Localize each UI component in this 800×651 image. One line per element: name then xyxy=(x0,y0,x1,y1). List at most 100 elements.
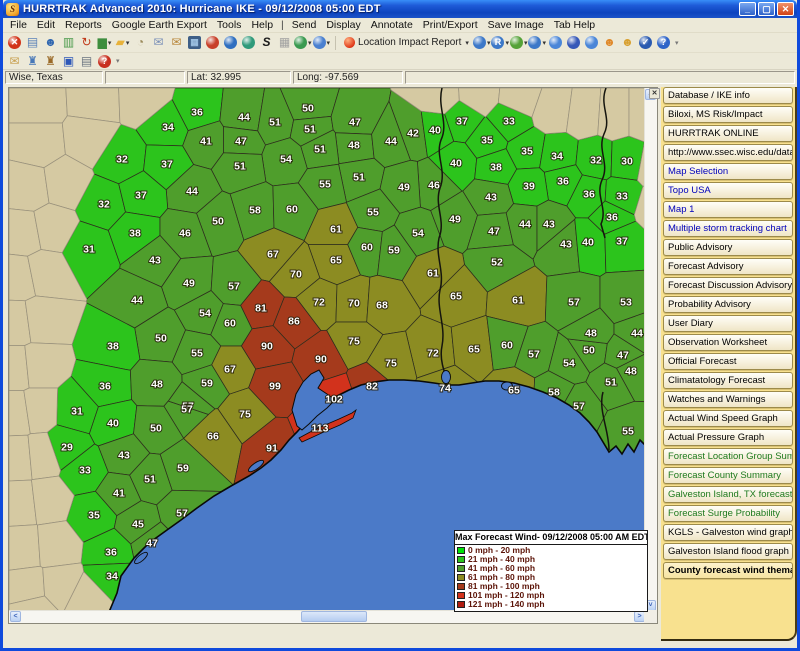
sidebar-item-user-diary[interactable]: User Diary xyxy=(663,315,793,332)
menu-tools[interactable]: Tools xyxy=(212,19,247,31)
globe-report1-icon[interactable]: ▾ xyxy=(473,34,491,51)
sidebar-item-watches-and-warnings[interactable]: Watches and Warnings xyxy=(663,391,793,408)
county-nodata[interactable] xyxy=(9,525,40,571)
impact-person2-icon[interactable]: ☻ xyxy=(619,34,636,51)
sidebar-item-database-ike-info[interactable]: Database / IKE info xyxy=(663,87,793,104)
menu-edit[interactable]: Edit xyxy=(32,19,60,31)
scrollbar-thumb[interactable] xyxy=(301,611,367,622)
close-button[interactable]: ✕ xyxy=(777,2,794,16)
toolbar-overflow-icon[interactable]: ▾ xyxy=(116,57,120,65)
panel-close-icon[interactable]: ✕ xyxy=(649,88,660,99)
sidebar-item-http-www-ssec-wisc-edu-data-g8-lat[interactable]: http://www.ssec.wisc.edu/data/g8/lat xyxy=(663,144,793,161)
stamp-blue-icon[interactable]: ♜ xyxy=(24,53,41,70)
save-icon[interactable]: ▣ xyxy=(60,53,77,70)
county-nodata[interactable] xyxy=(566,88,601,140)
sidebar-item-county-forecast-wind-thematic[interactable]: County forecast wind thematic xyxy=(663,562,793,579)
sidebar-item-forecast-surge-probability[interactable]: Forecast Surge Probability xyxy=(663,505,793,522)
county-wind-value: 72 xyxy=(427,348,439,360)
export-mail-icon: ✉ xyxy=(9,55,19,68)
county-nodata[interactable] xyxy=(9,160,49,211)
hurricane-symbol-icon[interactable]: S xyxy=(258,34,275,51)
sidebar-item-forecast-county-summary[interactable]: Forecast County Summary xyxy=(663,467,793,484)
menu-print-export[interactable]: Print/Export xyxy=(418,19,483,31)
county-nodata[interactable] xyxy=(9,88,67,123)
globe-blue-icon[interactable] xyxy=(222,34,239,51)
impact-person1-icon[interactable]: ☻ xyxy=(601,34,618,51)
send-mail-icon[interactable]: ✉ xyxy=(150,34,167,51)
sidebar-item-observation-worksheet[interactable]: Observation Worksheet xyxy=(663,334,793,351)
stamp-gold-icon[interactable]: ♜ xyxy=(42,53,59,70)
help-icon[interactable]: ? xyxy=(655,34,672,51)
menu-reports[interactable]: Reports xyxy=(60,19,107,31)
chart-export-icon[interactable]: ▆▾ xyxy=(96,34,113,51)
globe-marker-icon[interactable]: ▾ xyxy=(528,34,546,51)
globe-view2-icon[interactable] xyxy=(565,34,582,51)
menu-display[interactable]: Display xyxy=(321,19,365,31)
globe-teal-icon xyxy=(242,36,255,49)
menu-annotate[interactable]: Annotate xyxy=(366,19,418,31)
globe-green-export-icon[interactable]: ▾ xyxy=(510,34,528,51)
sidebar-item-climatatology-forecast[interactable]: Climatatology Forecast xyxy=(663,372,793,389)
grid-tracking-icon[interactable]: ▦ xyxy=(276,34,293,51)
menu-tab-help[interactable]: Tab Help xyxy=(549,19,600,31)
globe-teal-icon[interactable] xyxy=(240,34,257,51)
county-wind-value: 65 xyxy=(508,385,520,397)
sidebar-item-multiple-storm-tracking-chart[interactable]: Multiple storm tracking chart xyxy=(663,220,793,237)
sidebar-item-forecast-advisory[interactable]: Forecast Advisory xyxy=(663,258,793,275)
sidebar-item-public-advisory[interactable]: Public Advisory xyxy=(663,239,793,256)
map-image-icon[interactable]: ▦ xyxy=(186,34,203,51)
menu-send[interactable]: Send xyxy=(287,19,322,31)
location-impact-report-button[interactable]: Location Impact Report▾ xyxy=(340,36,473,49)
sidebar-item-galveston-island-tx-forecast-detail[interactable]: Galveston Island, TX forecast detail xyxy=(663,486,793,503)
doc-clock-icon[interactable]: ◔ xyxy=(132,34,149,51)
toolbar-overflow-icon[interactable]: ▾ xyxy=(675,39,679,47)
user-icon[interactable]: ☻ xyxy=(42,34,59,51)
sidebar-item-actual-wind-speed-graph[interactable]: Actual Wind Speed Graph xyxy=(663,410,793,427)
sidebar-item-biloxi-ms-risk-impact[interactable]: Biloxi, MS Risk/Impact xyxy=(663,106,793,123)
sidebar-item-map-selection[interactable]: Map Selection xyxy=(663,163,793,180)
sidebar-item-kgls-galveston-wind-graph[interactable]: KGLS - Galveston wind graph xyxy=(663,524,793,541)
county-wind-value: 51 xyxy=(353,172,365,184)
minimize-button[interactable]: _ xyxy=(739,2,756,16)
exit-icon[interactable]: ✕ xyxy=(6,34,23,51)
scroll-left-button[interactable]: ˂ xyxy=(10,611,21,622)
county-nodata[interactable] xyxy=(598,88,629,141)
sidebar-item-galveston-island-flood-graph[interactable]: Galveston Island flood graph xyxy=(663,543,793,560)
sidebar-item-official-forecast[interactable]: Official Forecast xyxy=(663,353,793,370)
sidebar-item-actual-pressure-graph[interactable]: Actual Pressure Graph xyxy=(663,429,793,446)
globe-v2-icon[interactable]: ✓ xyxy=(637,34,654,51)
globe-view3-icon[interactable] xyxy=(583,34,600,51)
maximize-button[interactable]: ▢ xyxy=(758,2,775,16)
menu-google-earth-export[interactable]: Google Earth Export xyxy=(107,19,212,31)
sidebar-item-probability-advisory[interactable]: Probability Advisory xyxy=(663,296,793,313)
globe-view1-icon[interactable] xyxy=(547,34,564,51)
menu-file[interactable]: File xyxy=(5,19,32,31)
help-red-icon[interactable]: ? xyxy=(96,53,113,70)
county-wind-value: 50 xyxy=(150,423,162,435)
sidebar-item-forecast-location-group-summary[interactable]: Forecast Location Group Summary xyxy=(663,448,793,465)
sidebar-item-forecast-discussion-advisory[interactable]: Forecast Discussion Advisory xyxy=(663,277,793,294)
sidebar-item-hurrtrak-online[interactable]: HURRTRAK ONLINE xyxy=(663,125,793,142)
export-mail-icon[interactable]: ✉ xyxy=(6,53,23,70)
menu-save-image[interactable]: Save Image xyxy=(483,19,549,31)
mail-image-icon[interactable]: ✉ xyxy=(168,34,185,51)
county-wind-value: 35 xyxy=(521,146,533,158)
kml-globe-icon[interactable]: ▾ xyxy=(313,34,331,51)
location-impact-report-label: Location Impact Report xyxy=(358,37,461,48)
county-wind-value: 57 xyxy=(573,401,585,413)
main-content: 3436413237443237503138464350445151474748… xyxy=(3,85,797,648)
menu-help[interactable]: Help xyxy=(246,19,278,31)
county-cell[interactable] xyxy=(220,88,265,131)
globe-report2-icon[interactable]: R▾ xyxy=(491,34,509,51)
report-window-icon[interactable]: ▤ xyxy=(24,34,41,51)
print-icon[interactable]: ▤ xyxy=(78,53,95,70)
county-wind-value: 65 xyxy=(468,344,480,356)
sidebar-item-topo-usa[interactable]: Topo USA xyxy=(663,182,793,199)
sidebar-item-map-1[interactable]: Map 1 xyxy=(663,201,793,218)
earth-csv-icon[interactable]: ▾ xyxy=(294,34,312,51)
refresh-icon[interactable]: ↻ xyxy=(78,34,95,51)
county-wind-value: 36 xyxy=(99,381,111,393)
globe-red-icon[interactable] xyxy=(204,34,221,51)
folder-icon[interactable]: ▰▾ xyxy=(114,34,131,51)
summary-doc-icon[interactable]: ▥ xyxy=(60,34,77,51)
